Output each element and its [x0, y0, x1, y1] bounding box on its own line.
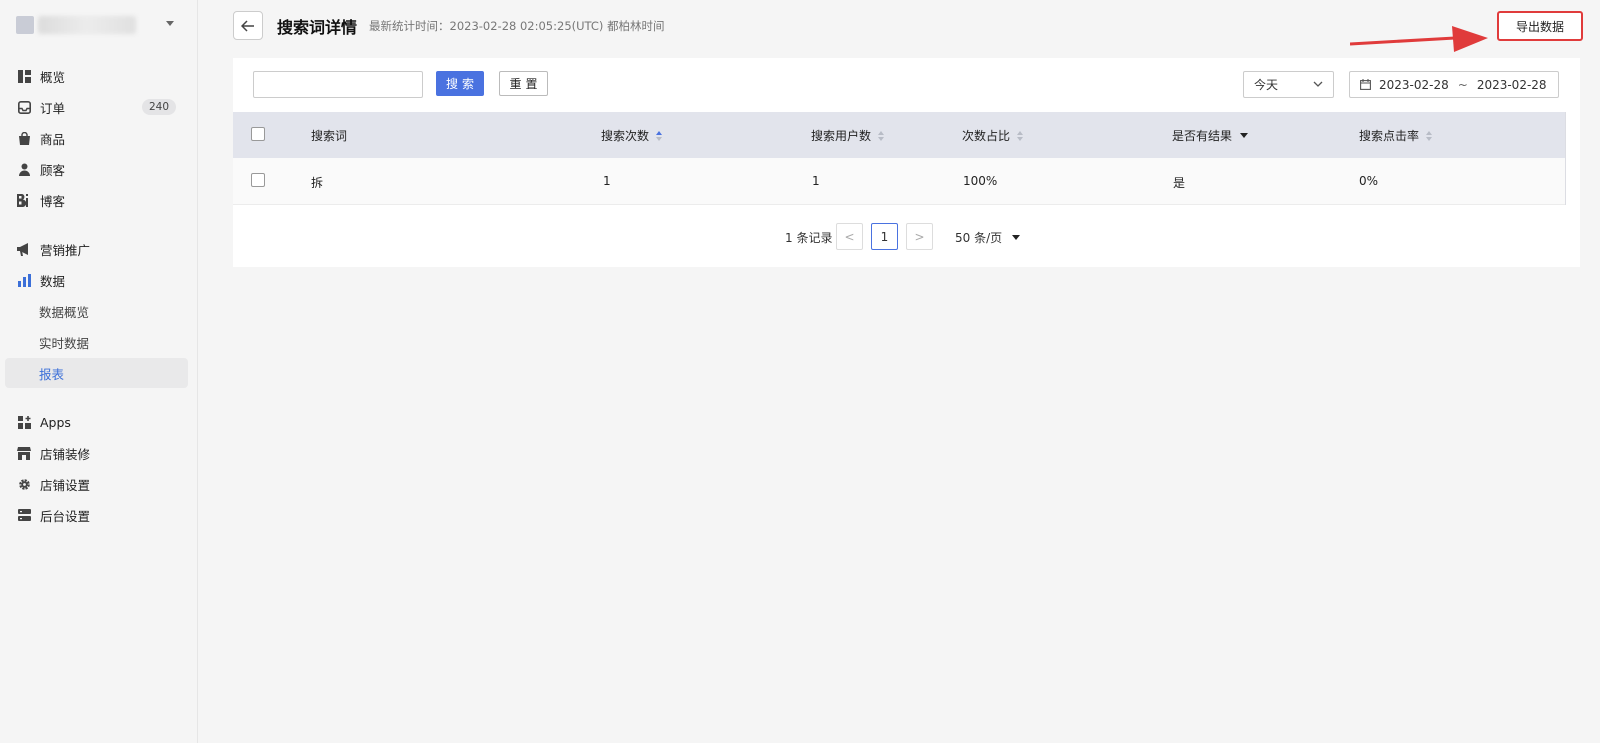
gear-icon — [17, 477, 31, 491]
store-switcher[interactable] — [16, 12, 186, 38]
page-title: 搜索词详情 — [277, 18, 358, 37]
sidebar-item-label: 后台设置 — [40, 508, 91, 524]
column-header-click-rate[interactable]: 搜索点击率 — [1359, 127, 1433, 144]
cell-click-rate: 0% — [1359, 174, 1379, 188]
page-1-button[interactable]: 1 — [871, 223, 898, 250]
row-checkbox[interactable] — [251, 173, 265, 187]
column-header-search-count[interactable]: 搜索次数 — [601, 127, 663, 144]
store-name — [38, 16, 136, 34]
arrow-left-icon — [241, 19, 254, 32]
sidebar-item-reports[interactable]: 报表 — [5, 358, 188, 388]
server-icon — [17, 508, 31, 522]
date-start: 2023-02-28 — [1379, 77, 1449, 92]
total-records: 1 条记录 — [785, 231, 833, 245]
sidebar-item-label: 商品 — [40, 131, 66, 147]
dashboard-icon — [17, 69, 31, 83]
back-button[interactable] — [233, 11, 263, 40]
sidebar-item-realtime-data[interactable]: 实时数据 — [5, 327, 188, 357]
sidebar-item-label: 博客 — [40, 193, 66, 209]
sidebar-item-label: 数据概览 — [39, 304, 90, 320]
sidebar-item-label: 概览 — [40, 69, 66, 85]
chevron-down-icon — [1313, 81, 1323, 87]
page-size-select[interactable]: 50 条/页 — [955, 229, 1021, 246]
calendar-icon — [1360, 79, 1371, 90]
sidebar-item-store-design[interactable]: 店铺装修 — [5, 438, 188, 468]
column-header-search-users[interactable]: 搜索用户数 — [811, 127, 885, 144]
sidebar-item-products[interactable]: 商品 — [5, 123, 188, 153]
sidebar-item-label: 数据 — [40, 273, 66, 289]
cell-has-result: 是 — [1173, 176, 1186, 190]
cell-search-count: 1 — [603, 174, 611, 188]
filter-caret-icon — [1240, 133, 1249, 138]
table-row: 拆 1 1 100% 是 0% — [233, 158, 1566, 205]
store-logo — [16, 16, 34, 34]
column-header-keyword: 搜索词 — [311, 129, 348, 143]
blog-icon — [17, 193, 31, 207]
date-end: 2023-02-28 — [1476, 77, 1547, 92]
sidebar: 概览 订单 240 商品 顾客 博客 营销推广 数据 数据概览 实时数据 报表 … — [0, 0, 198, 743]
search-button[interactable]: 搜索 — [436, 71, 484, 96]
sidebar-item-blog[interactable]: 博客 — [5, 185, 188, 215]
sidebar-item-marketing[interactable]: 营销推广 — [5, 234, 188, 264]
cell-search-users: 1 — [812, 174, 820, 188]
sidebar-item-apps[interactable]: Apps — [5, 407, 188, 437]
cell-count-share: 100% — [963, 174, 998, 188]
prev-page-button[interactable]: < — [836, 223, 863, 250]
table-scroll-edge — [1565, 112, 1566, 205]
table-header: 搜索词 搜索次数 搜索用户数 次数占比 是否有结果 搜索点击率 — [233, 112, 1566, 158]
inbox-icon — [17, 100, 31, 114]
shopping-bag-icon — [17, 131, 31, 145]
sidebar-item-label: 店铺设置 — [40, 477, 91, 493]
sidebar-item-label: 订单 — [40, 100, 66, 116]
cell-keyword: 拆 — [311, 176, 324, 190]
storefront-icon — [17, 446, 31, 460]
sort-icon — [1426, 130, 1433, 141]
time-range-select[interactable]: 今天 — [1243, 71, 1334, 98]
pagination: 1 条记录 < 1 > 50 条/页 — [233, 221, 1580, 251]
sidebar-item-customers[interactable]: 顾客 — [5, 154, 188, 184]
sidebar-item-label: 报表 — [39, 366, 65, 382]
sidebar-item-orders[interactable]: 订单 240 — [5, 92, 188, 122]
sort-icon — [878, 130, 885, 141]
annotation-arrow — [1350, 26, 1488, 52]
next-page-button[interactable]: > — [906, 223, 933, 250]
caret-down-icon — [166, 21, 174, 26]
user-icon — [17, 162, 31, 176]
sidebar-item-store-settings[interactable]: 店铺设置 — [5, 469, 188, 499]
apps-icon — [17, 415, 31, 429]
sort-icon — [1017, 130, 1024, 141]
reset-button[interactable]: 重置 — [499, 71, 548, 96]
search-input[interactable] — [253, 71, 423, 98]
select-all-checkbox[interactable] — [251, 127, 265, 141]
sidebar-item-label: 营销推广 — [40, 242, 91, 258]
sidebar-item-label: 店铺装修 — [40, 446, 91, 462]
sidebar-item-label: Apps — [40, 414, 71, 430]
sidebar-item-label: 顾客 — [40, 162, 66, 178]
order-count-badge: 240 — [141, 99, 176, 115]
column-header-count-share[interactable]: 次数占比 — [962, 127, 1024, 144]
column-header-has-result[interactable]: 是否有结果 — [1172, 127, 1249, 144]
bar-chart-icon — [17, 273, 31, 287]
sidebar-item-label: 实时数据 — [39, 335, 90, 351]
last-updated-text: 最新统计时间：2023-02-28 02:05:25(UTC) 都柏林时间 — [369, 19, 665, 33]
export-data-button[interactable]: 导出数据 — [1497, 11, 1583, 41]
time-range-value: 今天 — [1254, 78, 1279, 92]
date-separator: ~ — [1457, 77, 1468, 92]
sort-icon — [656, 130, 663, 141]
sidebar-item-data-overview[interactable]: 数据概览 — [5, 296, 188, 326]
report-card: 搜索 重置 今天 2023-02-28 ~ 2023-02-28 搜索词 搜索次… — [233, 58, 1580, 267]
sidebar-item-admin-settings[interactable]: 后台设置 — [5, 500, 188, 530]
caret-down-icon — [1012, 235, 1021, 240]
sidebar-item-overview[interactable]: 概览 — [5, 61, 188, 91]
megaphone-icon — [17, 242, 31, 256]
date-range-picker[interactable]: 2023-02-28 ~ 2023-02-28 — [1349, 71, 1559, 98]
sidebar-item-data[interactable]: 数据 — [5, 265, 188, 295]
